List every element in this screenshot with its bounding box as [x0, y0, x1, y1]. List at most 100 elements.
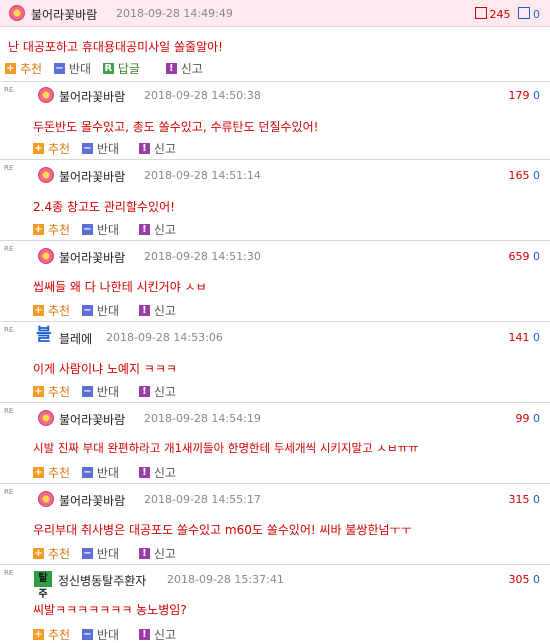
report-button[interactable]: ! 신고 — [138, 302, 176, 319]
plus-icon: + — [33, 548, 44, 559]
minus-icon: − — [81, 305, 93, 316]
comment-date: 2018-09-28 14:49:49 — [116, 7, 233, 20]
report-icon: ! — [138, 467, 150, 478]
minus-icon: − — [81, 143, 93, 154]
oppose-button[interactable]: − 반대 — [81, 140, 119, 157]
comment-date: 2018-09-28 14:55:17 — [144, 493, 261, 506]
oppose-button[interactable]: − 반대 — [81, 626, 119, 643]
reply-indicator-icon: RE — [4, 86, 14, 94]
reply-comment: RE 불어라꽃바람 2018-09-28 14:51:14 165 0 2.4종… — [0, 160, 550, 241]
minus-icon: − — [81, 224, 93, 235]
reply-indicator-icon: RE — [4, 407, 14, 415]
oppose-button[interactable]: − 반대 — [53, 60, 91, 77]
report-button[interactable]: ! 신고 — [138, 545, 176, 562]
comment-actions: + 추천 − 반대 ! 신고 — [33, 221, 184, 238]
comment-message: 씨발ㅋㅋㅋㅋㅋㅋㅋ 농노병임? — [33, 603, 187, 617]
report-button[interactable]: ! 신고 — [165, 60, 203, 77]
plus-icon: + — [5, 63, 16, 74]
recommend-button[interactable]: + 추천 — [33, 302, 70, 319]
thumbs-down-icon — [518, 7, 530, 19]
recommend-button[interactable]: + 추천 — [33, 545, 70, 562]
vote-score: 659 0 — [508, 250, 541, 263]
reply-indicator-icon: RE — [4, 245, 14, 253]
recommend-button[interactable]: + 추천 — [33, 464, 70, 481]
reply-button[interactable]: R 답글 — [102, 60, 140, 77]
reply-comment: RE 블 블레에 2018-09-28 14:53:06 141 0 이게 사람… — [0, 322, 550, 403]
vote-score: 315 0 — [508, 493, 541, 506]
recommend-button[interactable]: + 추천 — [33, 140, 70, 157]
author-nick[interactable]: 불어라꽃바람 — [59, 492, 125, 509]
recommend-button[interactable]: + 추천 — [33, 626, 70, 643]
minus-icon: − — [81, 548, 93, 559]
plus-icon: + — [33, 629, 44, 640]
report-button[interactable]: ! 신고 — [138, 464, 176, 481]
plus-icon: + — [33, 467, 44, 478]
author-nick[interactable]: 불어라꽃바람 — [59, 168, 125, 185]
reply-indicator-icon: RE — [4, 164, 14, 172]
reply-indicator-icon: RE — [4, 488, 14, 496]
thumbs-up-icon — [474, 7, 487, 19]
vote-score: 99 0 — [515, 412, 541, 425]
comment-actions: + 추천 − 반대 R 답글 ! 신고 — [5, 60, 211, 77]
author-nick[interactable]: 불어라꽃바람 — [59, 411, 125, 428]
vote-score: 179 0 — [508, 89, 541, 102]
reply-comment: RE 불어라꽃바람 2018-09-28 14:54:19 99 0 시발 진짜… — [0, 403, 550, 484]
recommend-button[interactable]: + 추천 — [5, 60, 42, 77]
plus-icon: + — [33, 224, 44, 235]
reply-comment: RE 불어라꽃바람 2018-09-28 14:55:17 315 0 우리부대… — [0, 484, 550, 565]
comment-date: 2018-09-28 15:37:41 — [167, 573, 284, 586]
flower-avatar-icon — [38, 167, 54, 183]
flower-avatar-icon — [38, 491, 54, 507]
report-button[interactable]: ! 신고 — [138, 140, 176, 157]
oppose-button[interactable]: − 반대 — [81, 545, 119, 562]
reply-comment: RE 불어라꽃바람 2018-09-28 14:50:38 179 0 두돈반도… — [0, 82, 550, 160]
author-nick[interactable]: 불어라꽃바람 — [59, 249, 125, 266]
oppose-button[interactable]: − 반대 — [81, 464, 119, 481]
vote-score: 245 0 — [474, 7, 540, 21]
minus-icon: − — [81, 629, 93, 640]
author-nick[interactable]: 불어라꽃바람 — [31, 6, 97, 23]
badge-avatar-icon: 탈주 — [34, 571, 52, 600]
author-nick[interactable]: 정신병동탈주환자 — [58, 572, 146, 589]
report-button[interactable]: ! 신고 — [138, 626, 176, 643]
comment-date: 2018-09-28 14:50:38 — [144, 89, 261, 102]
oppose-button[interactable]: − 반대 — [81, 383, 119, 400]
report-icon: ! — [138, 224, 150, 235]
recommend-button[interactable]: + 추천 — [33, 383, 70, 400]
comment-date: 2018-09-28 14:53:06 — [106, 331, 223, 344]
vote-score: 165 0 — [508, 169, 541, 182]
vote-score: 141 0 — [508, 331, 541, 344]
reply-comment: RE 탈주 정신병동탈주환자 2018-09-28 15:37:41 305 0… — [0, 565, 550, 642]
main-comment-header: 불어라꽃바람 2018-09-28 14:49:49 245 0 — [0, 0, 550, 27]
oppose-button[interactable]: − 반대 — [81, 221, 119, 238]
vote-score: 305 0 — [508, 573, 541, 586]
flower-avatar-icon — [38, 410, 54, 426]
comment-message: 우리부대 취사병은 대공포도 쏠수있고 m60도 쏠수있어! 씨바 불쌍한넘ㅜㅜ — [33, 523, 412, 537]
report-icon: ! — [165, 63, 177, 74]
report-button[interactable]: ! 신고 — [138, 221, 176, 238]
minus-icon: − — [53, 63, 65, 74]
comment-message: 시발 진짜 부대 완편하라고 개1새끼들아 한명한테 두세개씩 시키지말고 ㅅㅂ… — [33, 441, 419, 455]
comment-date: 2018-09-28 14:51:14 — [144, 169, 261, 182]
comment-actions: + 추천 − 반대 ! 신고 — [33, 626, 184, 643]
flower-avatar-icon — [9, 5, 25, 21]
down-count: 0 — [533, 8, 540, 21]
reply-icon: R — [102, 63, 114, 74]
comment-message: 씹쌔들 왜 다 나한테 시킨거야 ㅅㅂ — [33, 280, 207, 294]
report-icon: ! — [138, 305, 150, 316]
comment-date: 2018-09-28 14:54:19 — [144, 412, 261, 425]
reply-indicator-icon: RE — [4, 569, 14, 577]
author-nick[interactable]: 불어라꽃바람 — [59, 88, 125, 105]
comment-message: 두돈반도 몰수있고, 총도 쏠수있고, 수류탄도 던질수있어! — [33, 120, 319, 134]
report-icon: ! — [138, 143, 150, 154]
report-button[interactable]: ! 신고 — [138, 383, 176, 400]
flower-avatar-icon — [38, 248, 54, 264]
report-icon: ! — [138, 548, 150, 559]
author-nick[interactable]: 블레에 — [59, 330, 92, 347]
recommend-button[interactable]: + 추천 — [33, 221, 70, 238]
comment-actions: + 추천 − 반대 ! 신고 — [33, 545, 184, 562]
letter-avatar-icon: 블 — [36, 325, 52, 345]
oppose-button[interactable]: − 반대 — [81, 302, 119, 319]
reply-comment: RE 불어라꽃바람 2018-09-28 14:51:30 659 0 씹쌔들 … — [0, 241, 550, 322]
main-comment: 불어라꽃바람 2018-09-28 14:49:49 245 0 난 대공포하고… — [0, 0, 550, 82]
